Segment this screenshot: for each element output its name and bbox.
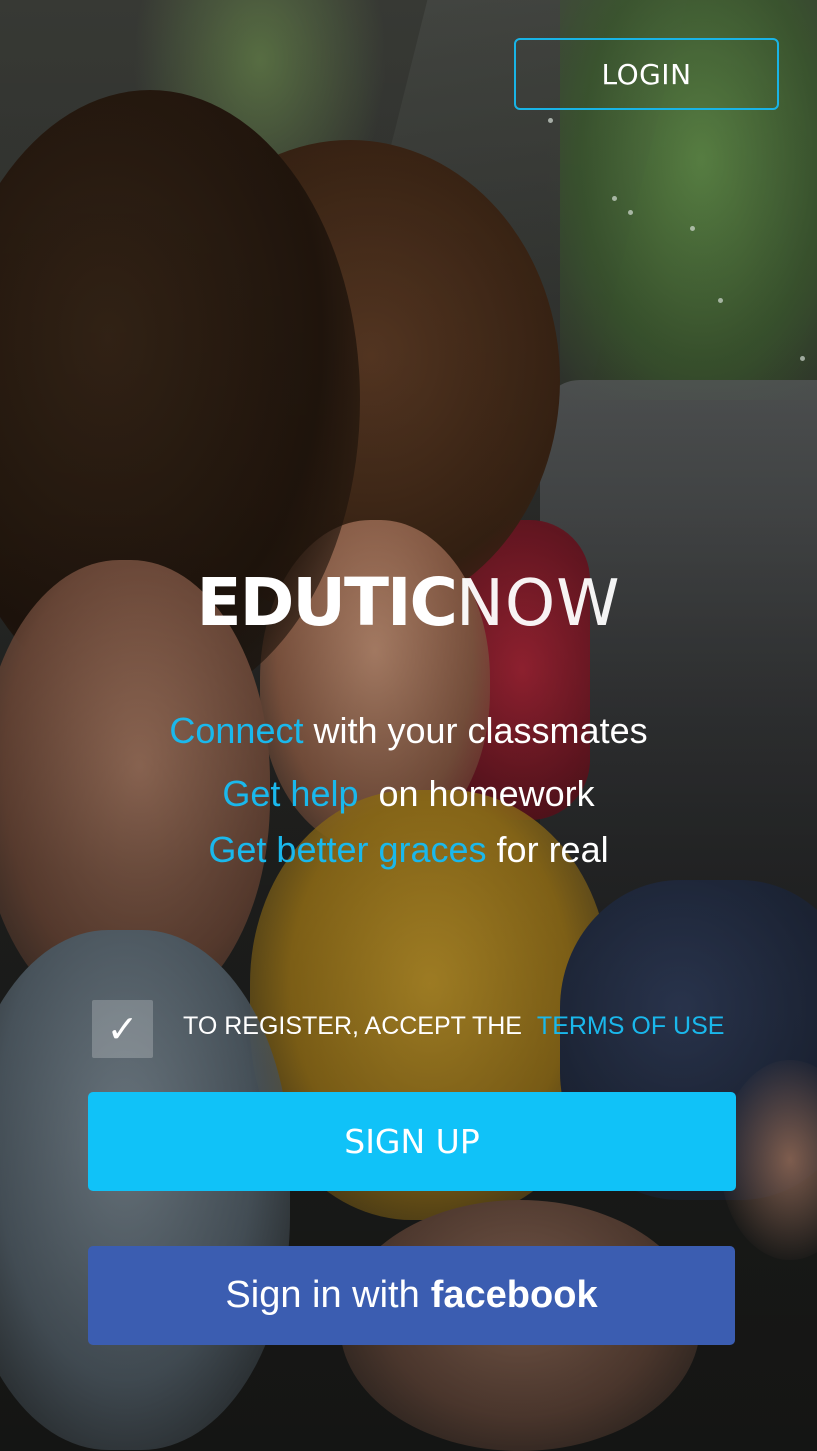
tagline-highlight: Get help xyxy=(222,773,359,814)
logo-light-text: NOW xyxy=(455,567,621,641)
tagline-highlight: Get better graces xyxy=(208,829,487,870)
app-logo: EDUTICNOW xyxy=(0,570,817,637)
terms-prefix: TO REGISTER, ACCEPT THE xyxy=(183,1012,522,1040)
tagline-text: on homework xyxy=(378,773,595,814)
tagline-highlight: Connect xyxy=(169,710,304,751)
signup-screen: LOGIN EDUTICNOW Connect with your classm… xyxy=(0,0,817,1451)
tagline-text: for real xyxy=(486,829,609,870)
logo-bold-text: EDUTIC xyxy=(196,564,457,641)
facebook-sign-in-button[interactable]: Sign in with facebook xyxy=(88,1246,735,1345)
login-button[interactable]: LOGIN xyxy=(514,38,779,110)
terms-of-use-link[interactable]: TERMS OF USE xyxy=(537,1012,725,1040)
terms-statement: TO REGISTER, ACCEPT THE TERMS OF USE xyxy=(183,1012,725,1041)
tagline-help: Get help on homework xyxy=(0,776,817,812)
facebook-button-prefix: Sign in with xyxy=(225,1274,420,1316)
sign-up-button[interactable]: SIGN UP xyxy=(88,1092,736,1191)
tagline-text: with your classmates xyxy=(303,710,648,751)
facebook-brand-text: facebook xyxy=(430,1274,598,1316)
terms-checkbox[interactable]: ✓ xyxy=(92,1000,153,1058)
tagline-grades: Get better graces for real xyxy=(0,832,817,868)
checkmark-icon: ✓ xyxy=(106,1007,139,1051)
tagline-connect: Connect with your classmates xyxy=(0,713,817,749)
